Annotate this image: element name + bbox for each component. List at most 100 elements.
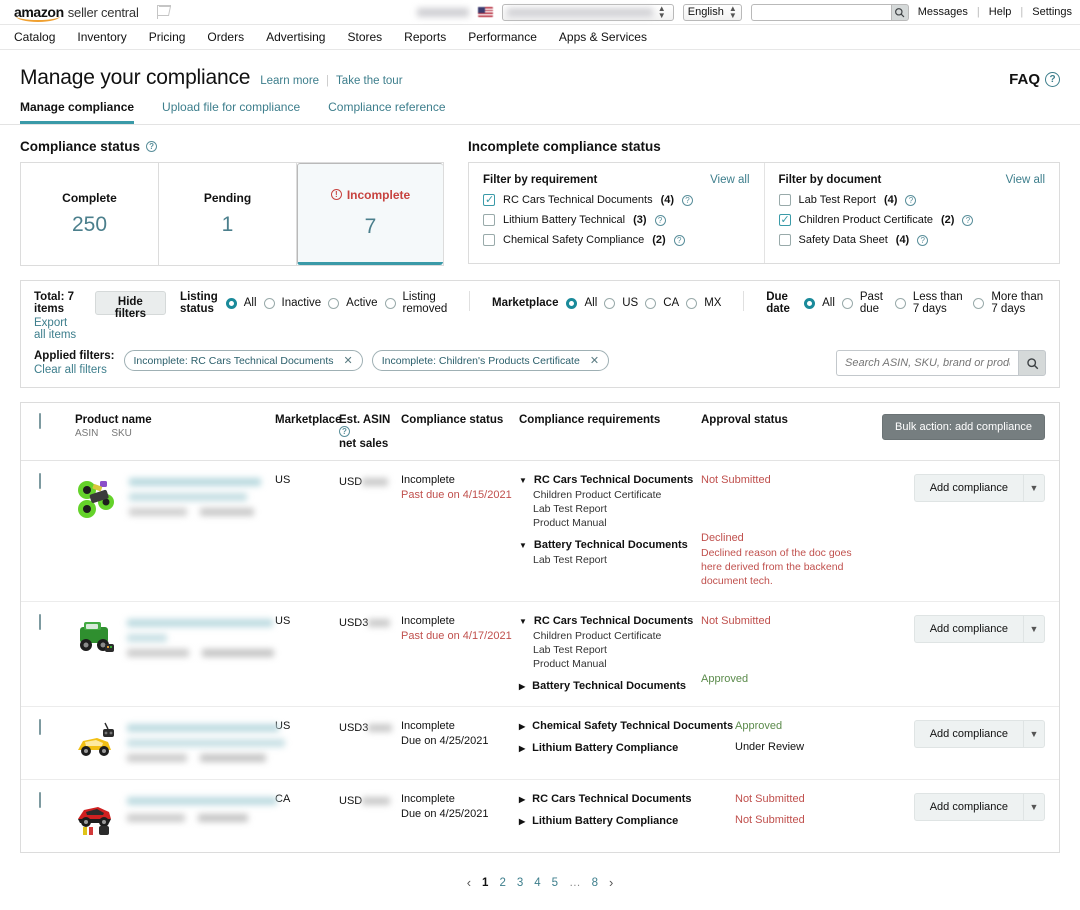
- flag-icon[interactable]: [156, 5, 171, 19]
- caret-right-icon[interactable]: ▶: [519, 815, 525, 828]
- view-all-documents-link[interactable]: View all: [1006, 174, 1045, 186]
- add-compliance-split-button[interactable]: Add compliance ▼: [913, 615, 1045, 643]
- listing-status-option-all[interactable]: All: [244, 297, 257, 309]
- requirement-toggle[interactable]: ▶ Chemical Safety Technical Documents: [519, 720, 735, 733]
- marketplace-option-mx[interactable]: MX: [704, 297, 721, 309]
- product-thumbnail-rc-sportscar-yellow[interactable]: [75, 720, 119, 766]
- status-card-complete[interactable]: Complete 250: [21, 163, 159, 265]
- chevron-down-icon[interactable]: ▼: [1023, 720, 1045, 748]
- radio-icon[interactable]: [841, 297, 853, 309]
- info-icon[interactable]: ?: [673, 234, 685, 246]
- messages-link[interactable]: Messages: [918, 6, 968, 18]
- listing-status-option-listing-removed[interactable]: Listing removed: [403, 291, 448, 315]
- radio-icon[interactable]: [686, 297, 698, 309]
- close-icon[interactable]: ✕: [590, 354, 599, 367]
- requirement-toggle[interactable]: ▼ RC Cars Technical Documents: [519, 615, 701, 628]
- checkbox-icon[interactable]: [483, 193, 495, 206]
- help-link[interactable]: Help: [989, 6, 1012, 18]
- add-compliance-split-button[interactable]: Add compliance ▼: [913, 793, 1045, 821]
- nav-item-apps-services[interactable]: Apps & Services: [559, 30, 647, 44]
- nav-item-stores[interactable]: Stores: [347, 30, 382, 44]
- radio-icon[interactable]: [973, 297, 985, 309]
- pagination-next[interactable]: ›: [609, 875, 613, 890]
- tab-manage-compliance[interactable]: Manage compliance: [20, 100, 135, 124]
- pagination-prev[interactable]: ‹: [467, 875, 471, 890]
- applied-filter-chip-rc-cars[interactable]: Incomplete: RC Cars Technical Documents …: [123, 350, 363, 371]
- product-thumbnail-rc-monster-truck-green[interactable]: [75, 474, 121, 520]
- radio-icon[interactable]: [384, 297, 396, 309]
- marketplace-option-all[interactable]: All: [584, 297, 597, 309]
- caret-right-icon[interactable]: ▶: [519, 680, 525, 693]
- requirement-toggle[interactable]: ▶ Lithium Battery Compliance: [519, 742, 735, 755]
- chevron-down-icon[interactable]: ▼: [1023, 474, 1045, 502]
- requirement-toggle[interactable]: ▶ Battery Technical Documents: [519, 680, 701, 693]
- info-icon[interactable]: ?: [905, 194, 917, 206]
- checkbox-icon[interactable]: [778, 234, 791, 246]
- hide-filters-button[interactable]: Hide filters: [94, 291, 167, 320]
- faq-link[interactable]: FAQ ?: [1009, 71, 1060, 88]
- radio-icon[interactable]: [566, 297, 578, 309]
- bulk-action-add-compliance-button[interactable]: Bulk action: add compliance: [882, 414, 1045, 440]
- requirement-toggle[interactable]: ▼ RC Cars Technical Documents: [519, 474, 701, 487]
- checkbox-icon[interactable]: [483, 234, 495, 246]
- checkbox-icon[interactable]: [778, 213, 791, 226]
- close-icon[interactable]: ✕: [344, 354, 353, 367]
- add-compliance-button[interactable]: Add compliance: [913, 793, 1023, 821]
- listing-status-option-active[interactable]: Active: [346, 297, 377, 309]
- pagination-page-5[interactable]: 5: [552, 877, 558, 889]
- product-thumbnail-rc-truck-green[interactable]: [75, 615, 119, 661]
- row-checkbox[interactable]: [39, 473, 41, 489]
- clear-all-filters-link[interactable]: Clear all filters: [34, 364, 115, 376]
- nav-item-orders[interactable]: Orders: [207, 30, 244, 44]
- add-compliance-button[interactable]: Add compliance: [913, 474, 1023, 502]
- language-selector[interactable]: English ▲ ▼: [682, 3, 742, 21]
- nav-item-reports[interactable]: Reports: [404, 30, 446, 44]
- checkbox-icon[interactable]: [778, 194, 791, 206]
- info-icon[interactable]: ?: [962, 214, 974, 226]
- global-search[interactable]: [750, 3, 909, 21]
- pagination-page-8[interactable]: 8: [592, 877, 598, 889]
- status-card-incomplete[interactable]: ! Incomplete 7: [297, 163, 443, 265]
- radio-icon[interactable]: [263, 297, 275, 309]
- select-all-checkbox[interactable]: [39, 413, 41, 429]
- due-date-option-more-than-7-days[interactable]: More than 7 days: [991, 291, 1046, 315]
- caret-right-icon[interactable]: ▶: [519, 793, 525, 806]
- due-date-option-less-than-7-days[interactable]: Less than 7 days: [913, 291, 967, 315]
- info-icon[interactable]: ?: [339, 426, 350, 437]
- take-the-tour-link[interactable]: Take the tour: [336, 75, 402, 87]
- chevron-down-icon[interactable]: ▼: [1023, 793, 1045, 821]
- store-selector[interactable]: ▲ ▼: [501, 3, 674, 21]
- caret-right-icon[interactable]: ▶: [519, 720, 525, 733]
- document-checkbox-safety-data-sheet[interactable]: Safety Data Sheet (4) ?: [778, 234, 1046, 246]
- search-icon[interactable]: [890, 3, 909, 21]
- checkbox-icon[interactable]: [483, 214, 495, 226]
- export-all-items-link[interactable]: Export all items: [34, 317, 81, 341]
- requirement-checkbox-chemical-safety[interactable]: Chemical Safety Compliance (2) ?: [483, 234, 750, 246]
- radio-icon[interactable]: [894, 297, 906, 309]
- nav-item-performance[interactable]: Performance: [468, 30, 537, 44]
- radio-icon[interactable]: [225, 297, 237, 309]
- view-all-requirements-link[interactable]: View all: [710, 174, 749, 186]
- pagination-page-2[interactable]: 2: [499, 877, 505, 889]
- product-thumbnail-rc-sportscar-red[interactable]: [75, 793, 119, 839]
- chevron-down-icon[interactable]: ▼: [1023, 615, 1045, 643]
- add-compliance-button[interactable]: Add compliance: [913, 615, 1023, 643]
- caret-right-icon[interactable]: ▶: [519, 742, 525, 755]
- requirement-toggle[interactable]: ▼ Battery Technical Documents: [519, 539, 701, 552]
- radio-icon[interactable]: [328, 297, 340, 309]
- marketplace-option-ca[interactable]: CA: [663, 297, 679, 309]
- pagination-page-1[interactable]: 1: [482, 877, 488, 889]
- learn-more-link[interactable]: Learn more: [260, 75, 319, 87]
- search-icon[interactable]: [1018, 350, 1046, 376]
- requirement-checkbox-lithium-battery[interactable]: Lithium Battery Technical (3) ?: [483, 214, 750, 226]
- nav-item-catalog[interactable]: Catalog: [14, 30, 55, 44]
- nav-item-inventory[interactable]: Inventory: [77, 30, 126, 44]
- due-date-option-past-due[interactable]: Past due: [860, 291, 888, 315]
- applied-filter-chip-childrens-products-certificate[interactable]: Incomplete: Children's Products Certific…: [371, 350, 610, 371]
- radio-icon[interactable]: [804, 297, 816, 309]
- caret-down-icon[interactable]: ▼: [519, 474, 527, 487]
- add-compliance-split-button[interactable]: Add compliance ▼: [913, 474, 1045, 502]
- listing-status-option-inactive[interactable]: Inactive: [282, 297, 322, 309]
- requirement-toggle[interactable]: ▶ RC Cars Technical Documents: [519, 793, 735, 806]
- row-checkbox[interactable]: [39, 719, 41, 735]
